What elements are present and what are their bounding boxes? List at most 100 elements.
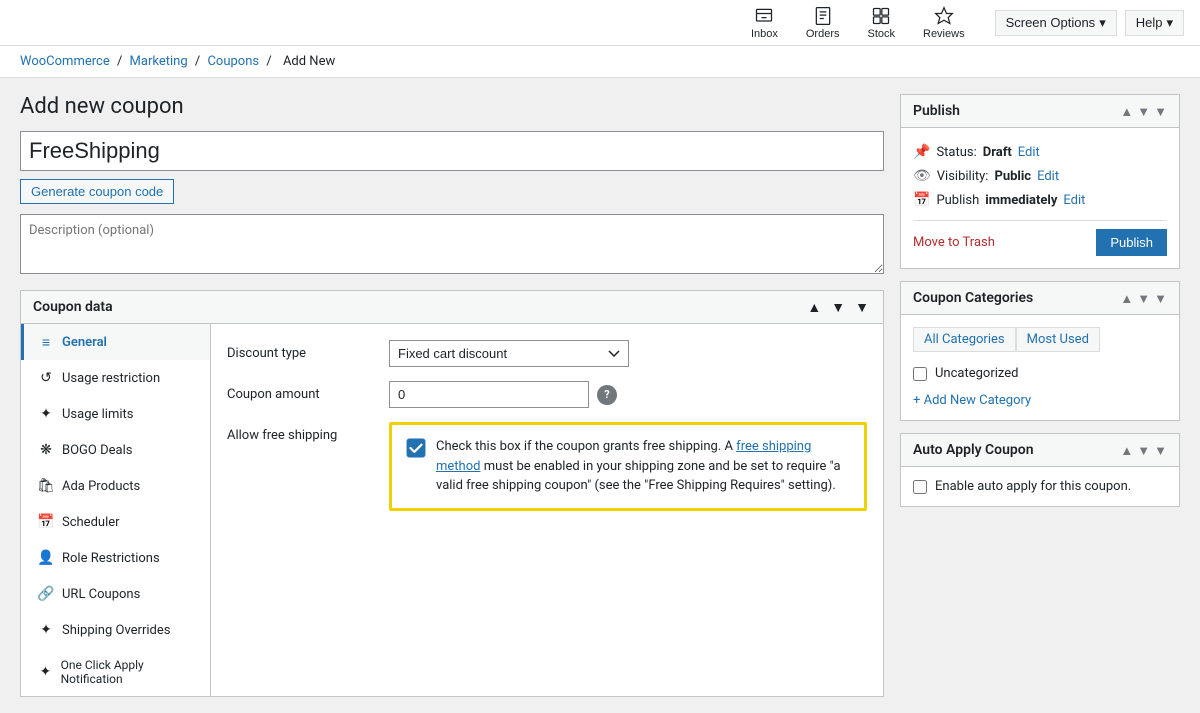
categories-panel-controls: ▲ ▼ ▼: [1120, 292, 1167, 305]
categories-up[interactable]: ▲: [1120, 292, 1133, 305]
help-chevron-icon: ▾: [1166, 15, 1173, 31]
coupon-data-panel: Coupon data ▲ ▼ ▼ ≡ General ↺ Usage res: [20, 290, 884, 697]
discount-type-label: Discount type: [227, 340, 377, 361]
coupon-amount-help-icon[interactable]: ?: [597, 385, 617, 405]
coupon-amount-field: ?: [389, 381, 867, 408]
usage-limits-icon: ✦: [38, 406, 54, 422]
status-value: Draft: [983, 145, 1012, 160]
nav-item-role-restrictions[interactable]: 👤 Role Restrictions: [21, 540, 210, 576]
publish-panel: Publish ▲ ▼ ▼ 📌 Status: Draft Edit 👁 Vis…: [900, 94, 1180, 269]
stock-label: Stock: [867, 28, 895, 40]
publish-time-row: 📅 Publish immediately Edit: [913, 188, 1167, 212]
sidebar-actions: Move to Trash Publish: [913, 220, 1167, 256]
free-shipping-text-before: Check this box if the coupon grants free…: [436, 439, 736, 454]
breadcrumb-woocommerce[interactable]: WooCommerce: [20, 54, 110, 69]
nav-item-scheduler[interactable]: 📅 Scheduler: [21, 504, 210, 540]
calendar-icon: 📅: [913, 192, 930, 208]
reviews-button[interactable]: Reviews: [909, 2, 979, 44]
publish-label: Publish: [936, 193, 979, 208]
coupon-amount-input[interactable]: [389, 381, 589, 408]
auto-apply-down[interactable]: ▼: [1137, 444, 1150, 457]
coupon-amount-label: Coupon amount: [227, 381, 377, 402]
auto-apply-body: Enable auto apply for this coupon.: [901, 467, 1179, 506]
nav-item-bogo-deals[interactable]: ❋ BOGO Deals: [21, 432, 210, 468]
move-to-trash-link[interactable]: Move to Trash: [913, 235, 995, 250]
panel-down-button[interactable]: ▼: [829, 299, 847, 315]
nav-item-url-coupons[interactable]: 🔗 URL Coupons: [21, 576, 210, 612]
nav-item-general[interactable]: ≡ General: [21, 324, 210, 360]
publish-time: immediately: [985, 193, 1057, 208]
screen-options-label: Screen Options: [1006, 15, 1096, 30]
page-title: Add new coupon: [20, 94, 884, 119]
coupon-amount-row: Coupon amount ?: [227, 381, 867, 408]
auto-apply-close[interactable]: ▼: [1154, 444, 1167, 457]
screen-options-button[interactable]: Screen Options ▾: [995, 10, 1117, 36]
cat-tab-most-used[interactable]: Most Used: [1016, 327, 1100, 352]
breadcrumb: WooCommerce / Marketing / Coupons / Add …: [0, 46, 1200, 78]
one-click-icon: ✦: [38, 664, 53, 680]
discount-type-select[interactable]: Percentage discount Fixed cart discount …: [389, 340, 629, 367]
nav-bogo-deals-label: BOGO Deals: [62, 443, 132, 458]
stock-button[interactable]: Stock: [853, 2, 909, 44]
nav-role-restrictions-label: Role Restrictions: [62, 551, 160, 566]
categories-close[interactable]: ▼: [1154, 292, 1167, 305]
nav-general-label: General: [62, 335, 107, 350]
status-edit-link[interactable]: Edit: [1018, 145, 1040, 160]
publish-edit-link[interactable]: Edit: [1063, 193, 1085, 208]
inbox-button[interactable]: Inbox: [737, 2, 792, 44]
description-textarea[interactable]: [20, 214, 884, 274]
nav-shipping-overrides-label: Shipping Overrides: [62, 623, 170, 638]
orders-button[interactable]: Orders: [792, 2, 854, 44]
discount-type-field: Percentage discount Fixed cart discount …: [389, 340, 867, 367]
free-shipping-checkbox[interactable]: [406, 438, 426, 458]
sidebar: Publish ▲ ▼ ▼ 📌 Status: Draft Edit 👁 Vis…: [900, 94, 1180, 697]
add-new-category-link[interactable]: + Add New Category: [913, 393, 1031, 408]
nav-item-add-products[interactable]: 🛍 Ada Products: [21, 468, 210, 504]
help-button[interactable]: Help ▾: [1125, 10, 1184, 36]
breadcrumb-marketing[interactable]: Marketing: [130, 54, 188, 69]
nav-scheduler-label: Scheduler: [62, 515, 120, 530]
auto-apply-panel: Auto Apply Coupon ▲ ▼ ▼ Enable auto appl…: [900, 433, 1180, 507]
coupon-categories-panel: Coupon Categories ▲ ▼ ▼ All Categories M…: [900, 281, 1180, 421]
generate-coupon-button[interactable]: Generate coupon code: [20, 179, 174, 204]
publish-button[interactable]: Publish: [1096, 229, 1167, 256]
publish-panel-header: Publish ▲ ▼ ▼: [901, 95, 1179, 128]
categories-panel-header: Coupon Categories ▲ ▼ ▼: [901, 282, 1179, 315]
panel-nav: ≡ General ↺ Usage restriction ✦ Usage li…: [21, 324, 211, 696]
nav-item-usage-restriction[interactable]: ↺ Usage restriction: [21, 360, 210, 396]
nav-item-one-click[interactable]: ✦ One Click Apply Notification: [21, 648, 210, 696]
inbox-label: Inbox: [751, 28, 778, 40]
visibility-eye-icon: 👁: [913, 168, 931, 184]
visibility-edit-link[interactable]: Edit: [1037, 169, 1059, 184]
auto-apply-controls: ▲ ▼ ▼: [1120, 444, 1167, 457]
scheduler-icon: 📅: [38, 514, 54, 530]
status-pin-icon: 📌: [913, 144, 930, 160]
breadcrumb-coupons[interactable]: Coupons: [207, 54, 259, 69]
nav-usage-restriction-label: Usage restriction: [62, 371, 160, 386]
shipping-overrides-icon: ✦: [38, 622, 54, 638]
status-label: Status:: [936, 145, 976, 160]
panel-close-button[interactable]: ▼: [853, 299, 871, 315]
auto-apply-up[interactable]: ▲: [1120, 444, 1133, 457]
uncategorized-label: Uncategorized: [935, 366, 1018, 381]
nav-item-shipping-overrides[interactable]: ✦ Shipping Overrides: [21, 612, 210, 648]
panel-up-button[interactable]: ▲: [805, 299, 823, 315]
category-uncategorized: Uncategorized: [913, 362, 1167, 385]
role-restrictions-icon: 👤: [38, 550, 54, 566]
panel-controls: ▲ ▼ ▼: [805, 299, 871, 315]
publish-panel-body: 📌 Status: Draft Edit 👁 Visibility: Publi…: [901, 128, 1179, 268]
general-icon: ≡: [38, 334, 54, 350]
categories-down[interactable]: ▼: [1137, 292, 1150, 305]
cat-tab-all[interactable]: All Categories: [913, 327, 1016, 352]
coupon-code-input[interactable]: [20, 131, 884, 171]
publish-panel-close[interactable]: ▼: [1154, 105, 1167, 118]
uncategorized-checkbox[interactable]: [913, 367, 927, 381]
help-label: Help: [1136, 15, 1163, 30]
nav-item-usage-limits[interactable]: ✦ Usage limits: [21, 396, 210, 432]
publish-panel-up[interactable]: ▲: [1120, 105, 1133, 118]
auto-apply-checkbox[interactable]: [913, 480, 927, 494]
publish-panel-down[interactable]: ▼: [1137, 105, 1150, 118]
main-layout: Add new coupon Generate coupon code Coup…: [0, 78, 1200, 713]
add-products-icon: 🛍: [38, 478, 54, 494]
categories-title: Coupon Categories: [913, 290, 1033, 306]
